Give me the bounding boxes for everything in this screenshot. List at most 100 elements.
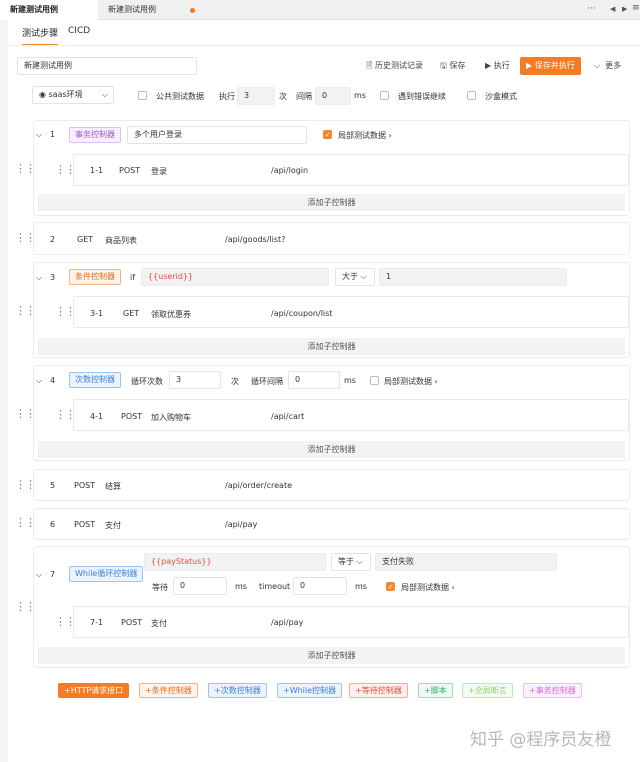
api-path: /api/coupon/list bbox=[271, 309, 333, 318]
public-data-checkbox[interactable] bbox=[138, 91, 147, 100]
step-7-local-data-checkbox[interactable]: ✓ bbox=[386, 582, 395, 591]
exec-count-input[interactable]: 3 bbox=[237, 87, 275, 105]
step-4-local-data-checkbox[interactable] bbox=[370, 376, 379, 385]
env-select[interactable]: ◉ saas环境 ⌵ bbox=[32, 86, 114, 104]
subtab-cicd[interactable]: CICD bbox=[68, 26, 90, 46]
wait-input[interactable]: 0 bbox=[173, 577, 227, 595]
add-sub-controller-button[interactable]: 添加子控制器 bbox=[38, 338, 625, 355]
http-method: GET bbox=[123, 309, 140, 318]
interval-input[interactable]: 0 bbox=[315, 87, 351, 105]
subtab-steps[interactable]: 测试步骤 bbox=[22, 26, 59, 46]
step-number: 3-1 bbox=[90, 309, 104, 318]
step-name: 支付 bbox=[105, 521, 121, 530]
drag-handle-icon[interactable]: ⋮⋮ bbox=[55, 306, 76, 317]
menu-icon[interactable]: ≡ bbox=[632, 3, 640, 13]
step-number: 6 bbox=[50, 520, 56, 529]
step-1-local-data-label[interactable]: 局部测试数据 › bbox=[338, 130, 392, 141]
http-method: POST bbox=[121, 618, 143, 627]
step-5-block[interactable] bbox=[33, 469, 630, 501]
history-icon: 🗎 bbox=[366, 61, 373, 70]
http-method: POST bbox=[119, 166, 141, 175]
add-sub-controller-button[interactable]: 添加子控制器 bbox=[38, 194, 625, 211]
collapse-icon[interactable]: ⌵ bbox=[36, 376, 42, 386]
wait-unit: ms bbox=[235, 582, 247, 591]
timeout-unit: ms bbox=[355, 582, 367, 591]
api-path: /api/pay bbox=[225, 520, 258, 529]
drag-handle-icon[interactable]: ⋮⋮ bbox=[15, 232, 36, 243]
sandbox-checkbox[interactable] bbox=[467, 91, 476, 100]
exec-label: 执行 bbox=[219, 92, 235, 101]
condition-variable-input[interactable]: {{userid}} bbox=[141, 268, 329, 286]
drag-handle-icon[interactable]: ⋮⋮ bbox=[15, 305, 36, 316]
drag-handle-icon[interactable]: ⋮⋮ bbox=[15, 479, 36, 490]
public-data-label: 公共测试数据 bbox=[156, 92, 204, 101]
add-transaction-controller-button[interactable]: +事务控制器 bbox=[523, 683, 582, 698]
while-variable-input[interactable]: {{payStatus}} bbox=[144, 553, 326, 571]
http-method: POST bbox=[74, 520, 96, 529]
more-button[interactable]: ⌵ 更多 bbox=[594, 57, 621, 75]
add-count-controller-button[interactable]: +次数控制器 bbox=[208, 683, 267, 698]
condition-operator-select[interactable]: 大于 ⌵ bbox=[335, 268, 375, 286]
drag-handle-icon[interactable]: ⋮⋮ bbox=[15, 517, 36, 528]
history-button[interactable]: 🗎 历史测试记录 bbox=[366, 57, 423, 75]
while-operator-select[interactable]: 等于 ⌵ bbox=[331, 553, 371, 571]
drag-handle-icon[interactable]: ⋮⋮ bbox=[15, 408, 36, 419]
wait-label: 等待 bbox=[152, 583, 168, 592]
collapse-icon[interactable]: ⌵ bbox=[36, 273, 42, 283]
step-number: 7 bbox=[50, 570, 56, 579]
interval-label: 间隔 bbox=[296, 92, 312, 101]
save-button[interactable]: 🖫 保存 bbox=[440, 57, 465, 75]
timeout-input[interactable]: 0 bbox=[293, 577, 347, 595]
loop-count-input[interactable]: 3 bbox=[169, 371, 221, 389]
loop-interval-input[interactable]: 0 bbox=[288, 371, 340, 389]
loop-interval-label: 循环间隔 bbox=[251, 377, 283, 386]
add-condition-controller-button[interactable]: +条件控制器 bbox=[139, 683, 198, 698]
step-name: 登录 bbox=[151, 167, 167, 176]
drag-handle-icon[interactable]: ⋮⋮ bbox=[15, 601, 36, 612]
more-icon[interactable]: ··· bbox=[587, 4, 596, 14]
loop-count-label: 循环次数 bbox=[131, 377, 163, 386]
triangle-left-icon[interactable]: ◀ bbox=[610, 5, 615, 13]
while-value-input[interactable]: 支付失败 bbox=[375, 553, 557, 571]
save-run-button[interactable]: ▶ 保存并执行 bbox=[520, 57, 581, 75]
add-while-controller-button[interactable]: +While控制器 bbox=[277, 683, 343, 698]
drag-handle-icon[interactable]: ⋮⋮ bbox=[55, 616, 76, 627]
add-sub-controller-button[interactable]: 添加子控制器 bbox=[38, 441, 625, 458]
collapse-icon[interactable]: ⌵ bbox=[36, 570, 42, 580]
drag-handle-icon[interactable]: ⋮⋮ bbox=[15, 163, 36, 174]
triangle-right-icon[interactable]: ▶ bbox=[622, 5, 627, 13]
step-name: 商品列表 bbox=[105, 236, 137, 245]
run-button[interactable]: ▶ 执行 bbox=[485, 57, 510, 75]
add-sub-controller-button[interactable]: 添加子控制器 bbox=[38, 647, 625, 664]
step-4-local-data-label[interactable]: 局部测试数据 › bbox=[384, 376, 438, 387]
add-script-button[interactable]: +脚本 bbox=[418, 683, 453, 698]
step-1-local-data-checkbox[interactable]: ✓ bbox=[323, 130, 332, 139]
add-http-request-button[interactable]: +HTTP请求接口 bbox=[58, 683, 130, 698]
drag-handle-icon[interactable]: ⋮⋮ bbox=[55, 164, 76, 175]
chevron-down-icon: ⌵ bbox=[356, 557, 363, 566]
tab-new-case-1[interactable]: 新建测试用例 bbox=[0, 0, 98, 20]
condition-value-input[interactable]: 1 bbox=[379, 268, 567, 286]
add-global-assert-button[interactable]: +全局断言 bbox=[462, 683, 513, 698]
step-7-local-data-label[interactable]: 局部测试数据 › bbox=[401, 582, 455, 593]
plus-icon: + bbox=[468, 686, 475, 695]
collapse-icon[interactable]: ⌵ bbox=[36, 130, 42, 140]
continue-on-error-label: 遇到错误继续 bbox=[398, 92, 446, 101]
continue-on-error-checkbox[interactable] bbox=[380, 91, 389, 100]
chevron-right-icon: › bbox=[434, 377, 438, 386]
transaction-controller-tag: 事务控制器 bbox=[69, 127, 121, 143]
sandbox-label: 沙盒模式 bbox=[485, 92, 517, 101]
drag-handle-icon[interactable]: ⋮⋮ bbox=[55, 409, 76, 420]
loop-unit: 次 bbox=[231, 377, 239, 386]
plus-icon: + bbox=[145, 686, 152, 695]
while-controller-tag: While循环控制器 bbox=[69, 566, 144, 582]
tab-new-case-2[interactable]: 新建测试用例 bbox=[98, 0, 202, 20]
chevron-right-icon: › bbox=[451, 583, 455, 592]
step-1-name-input[interactable]: 多个用户登录 bbox=[127, 126, 307, 144]
watermark: 知乎 @程序员友橙 bbox=[470, 730, 612, 750]
case-name-input[interactable]: 新建测试用例 bbox=[17, 57, 197, 75]
unsaved-dot-icon bbox=[190, 8, 195, 13]
step-6-block[interactable] bbox=[33, 508, 630, 540]
add-wait-controller-button[interactable]: +等待控制器 bbox=[349, 683, 408, 698]
http-method: POST bbox=[74, 481, 96, 490]
